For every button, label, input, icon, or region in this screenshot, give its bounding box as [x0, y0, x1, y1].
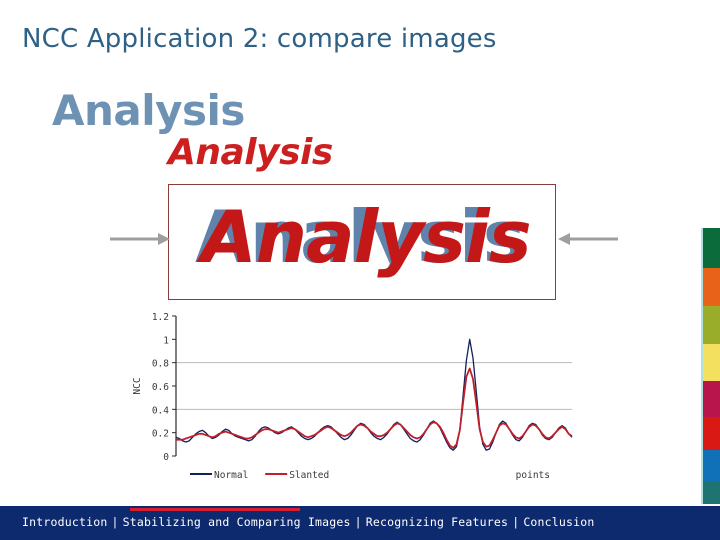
y-tick-label-3: 0.6	[152, 382, 169, 393]
sample-word-normal: Analysis	[52, 86, 245, 135]
arrow-right-into-box	[110, 233, 170, 245]
overlay-comparison-box: Analysis Analysis	[168, 184, 556, 300]
overlay-word-front: Analysis	[201, 195, 532, 279]
footer-separator: |	[111, 515, 119, 529]
color-band-red	[703, 417, 720, 450]
color-band-crimson	[703, 381, 720, 417]
ncc-line-chart: 0 0.2 0.4 0.6 0.8 1 1.2 NCC points Normal Slanted	[128, 308, 576, 486]
footer-separator: |	[512, 515, 520, 529]
footer-nav-item-1[interactable]: Stabilizing and Comparing Images	[123, 515, 351, 529]
x-axis-title: points	[516, 470, 550, 481]
y-axis-title: NCC	[132, 377, 143, 394]
footer-nav-items[interactable]: Introduction | Stabilizing and Comparing I…	[22, 515, 595, 529]
y-tick-label-5: 1	[163, 335, 169, 346]
footer-nav-item-2[interactable]: Recognizing Features	[366, 515, 508, 529]
page-title: NCC Application 2: compare images	[22, 24, 497, 54]
legend-label-normal: Normal	[214, 470, 248, 481]
sample-word-slanted: Analysis	[168, 132, 333, 173]
y-tick-label-0: 0	[163, 452, 169, 463]
color-band-yellow-green	[703, 306, 720, 344]
footer-active-underline	[130, 508, 300, 511]
footer-nav-bar: Introduction | Stabilizing and Comparing I…	[0, 506, 720, 540]
arrow-left-into-box	[558, 233, 618, 245]
footer-separator: |	[354, 515, 362, 529]
legend-label-slanted: Slanted	[289, 470, 329, 481]
chart-canvas: 0 0.2 0.4 0.6 0.8 1 1.2 NCC points Normal Slanted	[132, 312, 573, 481]
y-tick-label-2: 0.4	[152, 405, 169, 416]
color-band-blue	[703, 450, 720, 482]
decorative-color-strip	[701, 228, 720, 510]
overlay-word-stack: Analysis Analysis	[169, 185, 555, 299]
y-tick-label-6: 1.2	[152, 312, 169, 323]
y-tick-label-4: 0.8	[152, 359, 169, 370]
footer-nav-item-0[interactable]: Introduction	[22, 515, 107, 529]
footer-nav-item-3[interactable]: Conclusion	[523, 515, 594, 529]
color-band-green	[703, 228, 720, 268]
color-band-orange	[703, 268, 720, 306]
y-tick-label-1: 0.2	[152, 429, 169, 440]
color-band-yellow	[703, 344, 720, 381]
